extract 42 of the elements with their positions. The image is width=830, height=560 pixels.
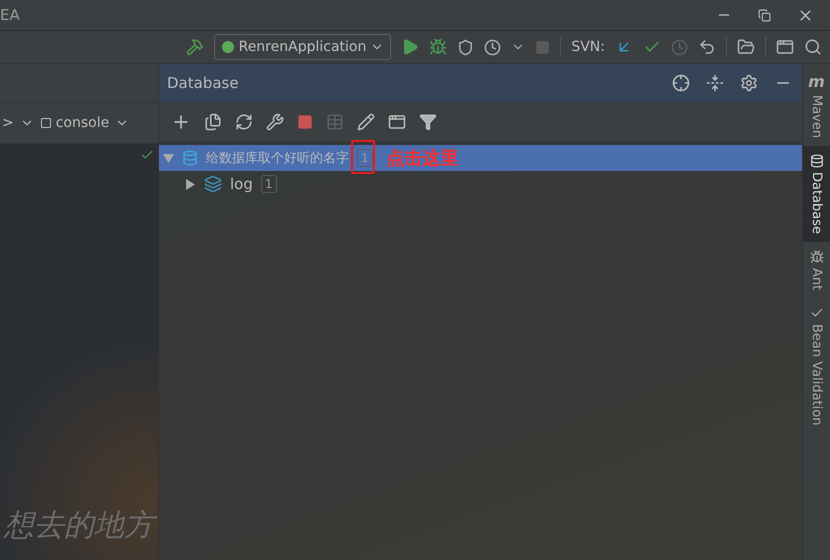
shield-icon[interactable] xyxy=(457,38,474,56)
copy-icon[interactable] xyxy=(204,113,222,131)
profiler-icon[interactable] xyxy=(484,38,502,56)
schema-icon xyxy=(204,175,222,193)
panel-title: Database xyxy=(167,74,239,92)
run-icon[interactable] xyxy=(401,38,420,56)
debug-icon[interactable] xyxy=(429,38,448,56)
settings-icon[interactable] xyxy=(740,74,758,92)
hammer-icon[interactable] xyxy=(186,38,204,56)
undo-icon[interactable] xyxy=(698,38,716,56)
database-icon xyxy=(182,150,198,166)
console-icon[interactable] xyxy=(388,113,406,131)
side-tab[interactable]: Database xyxy=(803,146,830,242)
wrench-icon[interactable] xyxy=(266,113,284,131)
refresh-icon[interactable] xyxy=(235,113,253,131)
edit-icon[interactable] xyxy=(357,113,375,131)
restore-icon[interactable] xyxy=(758,8,771,22)
annotation-text: 点击这里 xyxy=(386,147,459,170)
console-tab[interactable]: console xyxy=(40,115,110,131)
stop-icon[interactable] xyxy=(297,114,313,130)
editor-tab[interactable]: > xyxy=(2,115,14,131)
maven-icon: m xyxy=(808,72,825,91)
tree-label: log xyxy=(230,175,253,193)
expand-arrow-icon[interactable] xyxy=(185,178,196,190)
window-title: EA xyxy=(0,6,20,24)
collapse-icon[interactable] xyxy=(706,74,724,92)
search-icon[interactable] xyxy=(804,38,822,56)
tree-label: 给数据库取个好听的名字 xyxy=(206,150,349,167)
run-config-dropdown[interactable]: RenrenApplication xyxy=(214,34,392,60)
folder-icon[interactable] xyxy=(737,38,755,56)
filter-icon[interactable] xyxy=(419,113,437,131)
crosshair-icon[interactable] xyxy=(672,74,690,92)
vcs-label: SVN: xyxy=(571,39,605,55)
side-tab[interactable]: Ant xyxy=(803,242,830,298)
side-tab[interactable]: Bean Validation xyxy=(803,298,830,434)
side-tab[interactable]: m Maven xyxy=(803,64,830,146)
database-icon xyxy=(810,154,824,168)
count-badge[interactable]: 1 xyxy=(260,175,277,193)
console-icon xyxy=(40,117,52,129)
bug-icon xyxy=(810,250,824,264)
tree-row[interactable]: log 1 xyxy=(159,171,802,197)
window-icon[interactable] xyxy=(776,38,794,56)
